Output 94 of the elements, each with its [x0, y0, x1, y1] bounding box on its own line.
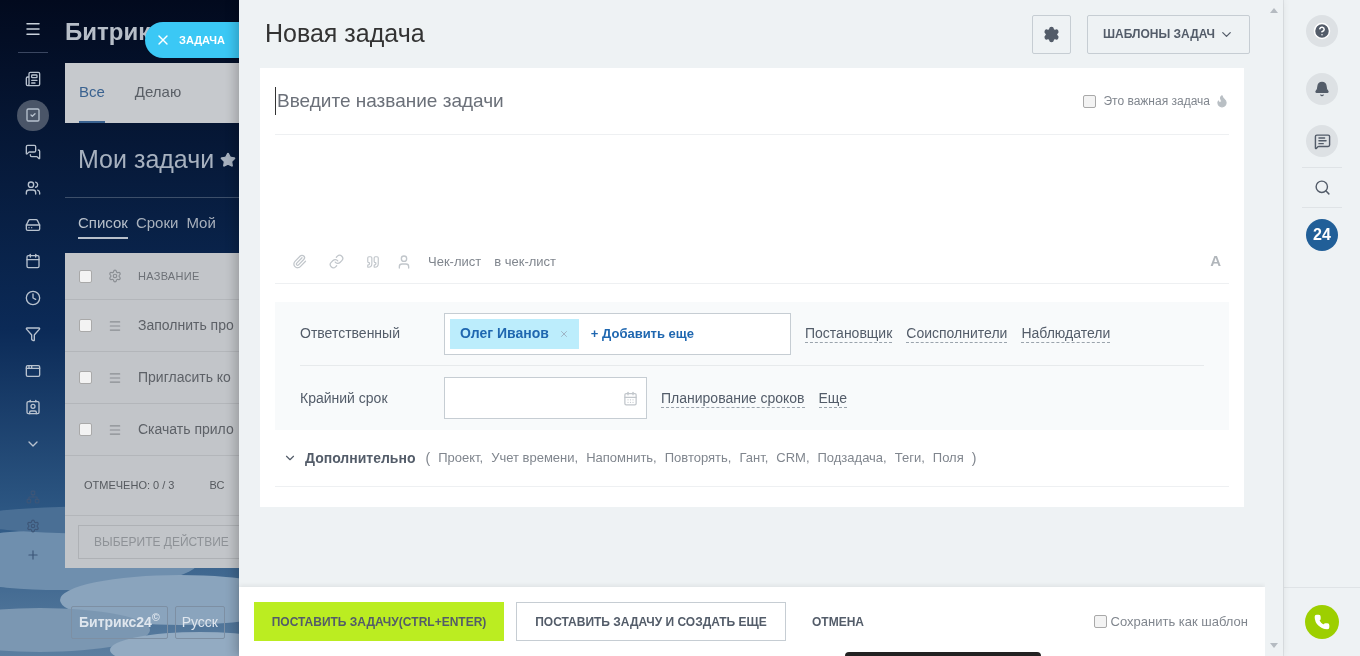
- task-title[interactable]: Скачать прило: [138, 419, 234, 440]
- important-checkbox[interactable]: [1083, 94, 1097, 108]
- deadline-link[interactable]: Еще: [818, 388, 847, 408]
- settings-icon[interactable]: [108, 269, 122, 283]
- drag-handle-icon[interactable]: [108, 370, 122, 385]
- deadline-link[interactable]: Планирование сроков: [661, 388, 805, 408]
- drive-icon: [24, 216, 41, 233]
- drag-handle-icon[interactable]: [108, 422, 122, 437]
- remove-icon[interactable]: [558, 328, 569, 339]
- chat-icon: [24, 143, 41, 160]
- row-checkbox[interactable]: [79, 319, 92, 332]
- view-tab[interactable]: Мой: [186, 211, 216, 240]
- additional-link[interactable]: Поля: [932, 448, 964, 468]
- link-icon[interactable]: [329, 254, 344, 269]
- total-count: ВС: [209, 478, 225, 494]
- phone-icon: [1314, 614, 1330, 630]
- notifications-button[interactable]: [1306, 73, 1338, 105]
- scroll-up-icon[interactable]: [1270, 8, 1278, 13]
- additional-link[interactable]: Гант,: [739, 448, 769, 468]
- task-title-field[interactable]: Введите название задачи: [275, 86, 1084, 116]
- additional-link[interactable]: Учет времени,: [491, 448, 579, 468]
- deadline-field[interactable]: [444, 377, 647, 419]
- flame-icon: [1215, 94, 1229, 108]
- star-icon[interactable]: [220, 152, 237, 168]
- panel-title: Новая задача: [265, 18, 426, 50]
- paren-close: ): [971, 448, 977, 468]
- toolbar-button[interactable]: в чек-лист: [494, 251, 557, 272]
- search-icon[interactable]: [1313, 179, 1331, 196]
- select-all-checkbox[interactable]: [79, 269, 92, 283]
- submit-and-create-button[interactable]: ПОСТАВИТЬ ЗАДАЧУ И СОЗДАТЬ ЕЩЕ: [516, 602, 786, 641]
- person-tag[interactable]: Олег Иванов: [450, 318, 579, 349]
- plus-icon[interactable]: [25, 547, 40, 562]
- language-button[interactable]: Русск: [174, 605, 225, 639]
- view-tab[interactable]: Список: [78, 211, 128, 240]
- menu-icon[interactable]: [23, 20, 42, 38]
- app-badge[interactable]: 24: [1306, 219, 1338, 251]
- help-icon: [1313, 22, 1331, 40]
- column-header[interactable]: НАЗВАНИЕ: [138, 267, 200, 285]
- chat-icon: [1313, 132, 1331, 150]
- checkbox-icon: [24, 107, 41, 124]
- scroll-down-icon[interactable]: [1270, 643, 1278, 648]
- settings-icon[interactable]: [25, 518, 40, 533]
- templates-button[interactable]: ШАБЛОНЫ ЗАДАЧ: [1087, 14, 1250, 54]
- phone-button[interactable]: [1305, 605, 1339, 639]
- additional-link[interactable]: Проект,: [438, 448, 484, 468]
- role-link[interactable]: Наблюдатели: [1021, 324, 1111, 343]
- role-link[interactable]: Соисполнители: [906, 324, 1008, 343]
- additional-toggle[interactable]: Дополнительно: [305, 447, 416, 469]
- field-label: Ответственный: [300, 324, 401, 343]
- add-more-link[interactable]: + Добавить еще: [590, 323, 695, 344]
- page-title: Мои задачи: [78, 144, 215, 176]
- tab[interactable]: Все: [79, 63, 105, 123]
- messages-button[interactable]: [1306, 125, 1338, 157]
- save-template-label[interactable]: Сохранить как шаблон: [1110, 611, 1248, 632]
- marked-count: ОТМЕЧЕНО: 0 / 3: [84, 478, 175, 494]
- save-template-checkbox[interactable]: [1093, 615, 1107, 628]
- field-label: Крайний срок: [300, 388, 389, 408]
- contact-card-icon: [24, 399, 41, 416]
- additional-link[interactable]: CRM,: [776, 448, 810, 468]
- additional-link[interactable]: Подзадача,: [817, 448, 887, 468]
- tab[interactable]: Делаю: [134, 63, 182, 123]
- responsible-field[interactable]: Олег Иванов + Добавить еще: [444, 312, 791, 355]
- task-title[interactable]: Пригласить ко: [138, 367, 231, 388]
- gear-icon: [1043, 25, 1060, 43]
- paren-open: (: [425, 448, 431, 468]
- submit-button[interactable]: ПОСТАВИТЬ ЗАДАЧУ(CTRL+ENTER): [254, 602, 504, 641]
- help-button[interactable]: [1306, 15, 1338, 47]
- settings-button[interactable]: [1032, 14, 1071, 54]
- funnel-icon: [24, 326, 41, 343]
- format-button[interactable]: A: [1210, 250, 1221, 273]
- additional-link[interactable]: Теги,: [894, 448, 925, 468]
- attach-icon[interactable]: [292, 254, 307, 269]
- row-checkbox[interactable]: [79, 423, 92, 436]
- bell-icon: [1314, 81, 1330, 97]
- drag-handle-icon[interactable]: [108, 318, 122, 333]
- logo-button[interactable]: Битрикс24$^{©}$: [71, 605, 168, 639]
- role-link[interactable]: Постановщик: [805, 324, 893, 343]
- cancel-button[interactable]: ОТМЕНА: [812, 612, 864, 631]
- task-title[interactable]: Заполнить про: [138, 315, 234, 336]
- person-icon[interactable]: [396, 253, 412, 270]
- clock-icon: [24, 289, 41, 306]
- calendar-icon[interactable]: [623, 390, 638, 406]
- toolbar-button[interactable]: Чек-лист: [428, 251, 482, 272]
- scrollbar[interactable]: [1265, 0, 1283, 656]
- important-label[interactable]: Это важная задача: [1103, 92, 1210, 110]
- additional-link[interactable]: Повторять,: [664, 448, 732, 468]
- newspaper-icon: [24, 70, 41, 87]
- row-checkbox[interactable]: [79, 371, 92, 384]
- calendar-icon: [24, 253, 41, 270]
- people-icon: [24, 180, 41, 197]
- additional-link[interactable]: Напомнить,: [586, 448, 657, 468]
- quote-icon[interactable]: [366, 254, 380, 269]
- view-tab[interactable]: Сроки: [135, 211, 179, 240]
- window-icon: [24, 362, 41, 379]
